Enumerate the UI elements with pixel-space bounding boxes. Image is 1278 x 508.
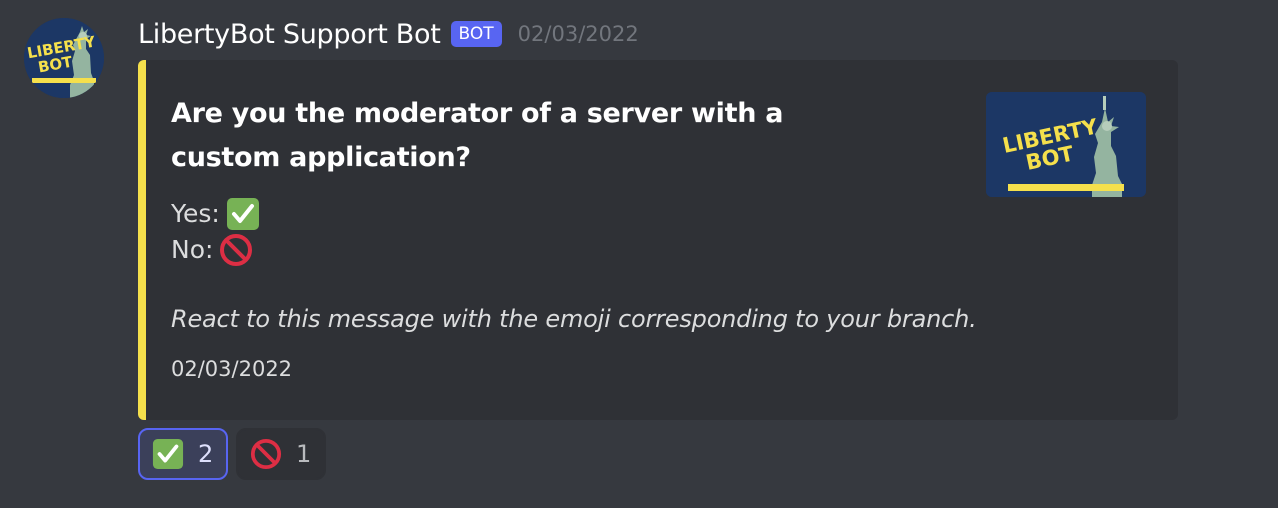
liberty-bot-logo-icon: LIBERTY BOT xyxy=(24,18,104,98)
reaction-count: 2 xyxy=(198,440,214,468)
bot-tag: BOT xyxy=(450,21,502,47)
message: LIBERTY BOT LibertyBot Support Bot BOT 0… xyxy=(0,0,1278,508)
message-timestamp[interactable]: 02/03/2022 xyxy=(518,22,639,46)
reaction-check[interactable]: 2 xyxy=(138,428,228,480)
liberty-bot-banner-icon: LIBERTY BOT xyxy=(986,92,1146,197)
author-name[interactable]: LibertyBot Support Bot xyxy=(138,19,441,50)
bot-avatar[interactable]: LIBERTY BOT xyxy=(24,18,104,98)
embed-instruction: React to this message with the emoji cor… xyxy=(171,305,977,333)
embed-date: 02/03/2022 xyxy=(171,357,293,381)
embed-thumbnail[interactable]: LIBERTY BOT xyxy=(986,92,1146,197)
message-header: LibertyBot Support Bot BOT 02/03/2022 xyxy=(138,14,639,54)
prohibited-icon xyxy=(250,438,282,470)
no-label: No: xyxy=(171,235,214,264)
embed-yes-line: Yes: xyxy=(171,196,260,232)
embed-no-line: No: xyxy=(171,232,253,268)
prohibited-icon xyxy=(219,233,253,267)
yes-label: Yes: xyxy=(171,199,220,228)
check-mark-icon xyxy=(226,197,260,231)
check-mark-icon xyxy=(152,438,184,470)
reaction-count: 1 xyxy=(296,440,312,468)
embed-title: Are you the moderator of a server with a… xyxy=(171,98,784,173)
embed: Are you the moderator of a server with a… xyxy=(138,60,1178,420)
reaction-prohibited[interactable]: 1 xyxy=(236,428,326,480)
reaction-bar: 2 1 xyxy=(138,428,326,480)
